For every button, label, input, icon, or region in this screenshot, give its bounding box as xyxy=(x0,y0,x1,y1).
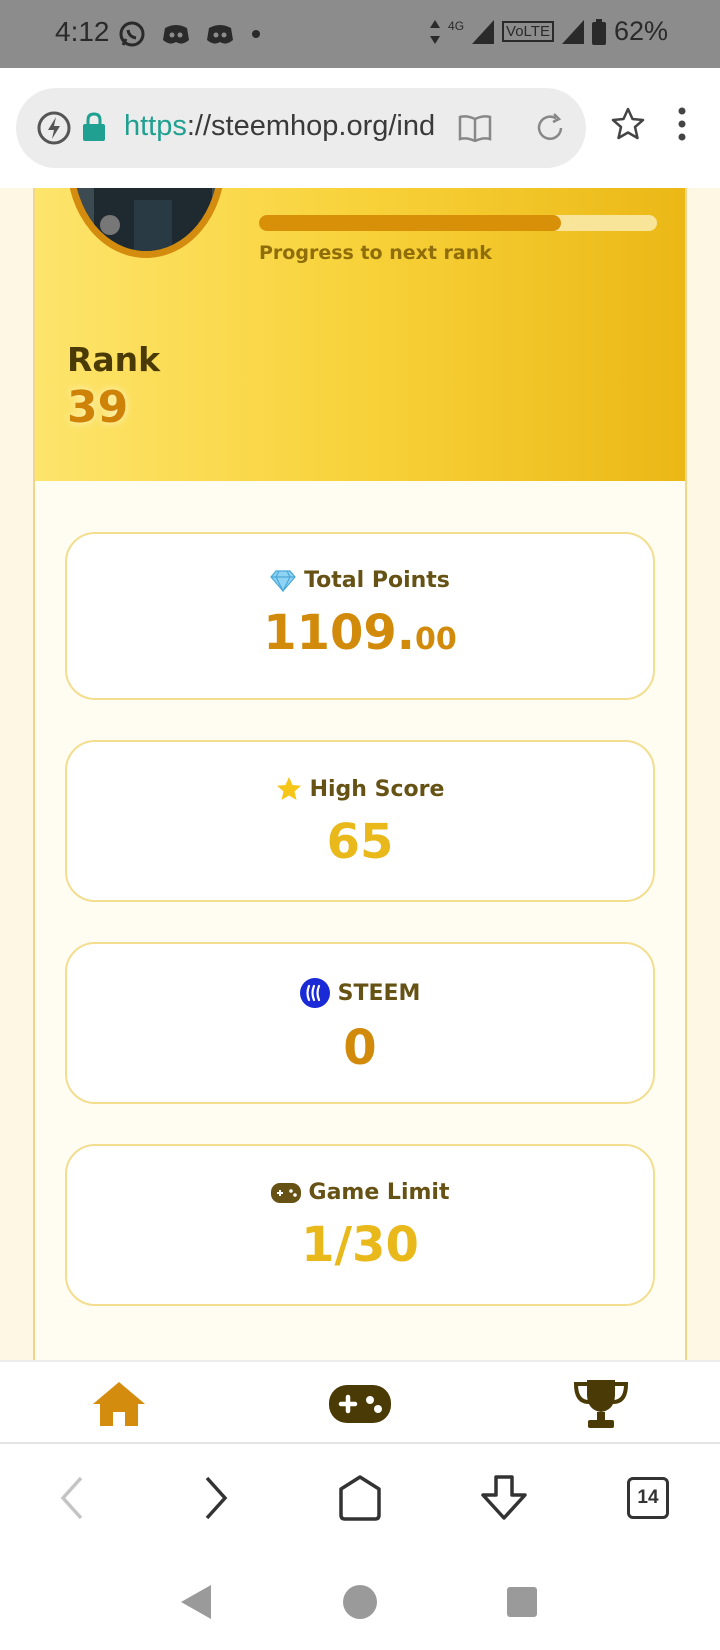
stat-card-steem: STEEM 0 xyxy=(65,942,655,1104)
stat-value: 65 xyxy=(326,814,394,870)
back-button[interactable] xyxy=(42,1468,102,1528)
signal-icon xyxy=(561,19,584,44)
gem-icon xyxy=(270,569,296,592)
network-type: 4G xyxy=(448,18,465,33)
nav-home[interactable] xyxy=(84,1376,154,1432)
stat-title: Game Limit xyxy=(308,1180,450,1205)
more-options-icon[interactable] xyxy=(672,106,692,142)
volte-badge: VoLTE xyxy=(502,21,554,42)
downloads-button[interactable] xyxy=(474,1468,534,1528)
trophy-icon xyxy=(573,1380,629,1428)
stat-value: 1109.00 xyxy=(67,605,653,661)
system-home-button[interactable] xyxy=(338,1580,382,1624)
reader-mode-icon[interactable] xyxy=(458,114,492,142)
system-recents-button[interactable] xyxy=(500,1580,544,1624)
stat-title-row: Total Points xyxy=(67,568,653,593)
app-bottom-nav xyxy=(0,1360,720,1444)
battery-icon xyxy=(591,18,606,45)
url-rest: ://steemhop.org/ind xyxy=(186,110,436,142)
stat-card-high-score: High Score 65 xyxy=(65,740,655,902)
profile-hero: Progress to next rank Rank 39 xyxy=(35,188,685,481)
circle-home-icon xyxy=(343,1585,377,1619)
profile-card: Progress to next rank Rank 39 Total Poin… xyxy=(33,188,687,1360)
rank-value: 39 xyxy=(67,382,129,433)
nav-leaderboard[interactable] xyxy=(566,1376,636,1432)
bookmark-star-icon[interactable] xyxy=(610,106,646,142)
steem-icon xyxy=(299,978,330,1008)
lock-icon xyxy=(83,112,105,141)
reload-icon[interactable] xyxy=(534,112,566,144)
browser-toolbar: 14 xyxy=(0,1444,720,1554)
home-icon xyxy=(93,1382,145,1426)
stat-title-row: High Score xyxy=(67,776,653,802)
download-arrow-icon xyxy=(481,1475,527,1520)
signal-icon xyxy=(472,19,495,44)
tabs-button[interactable]: 14 xyxy=(618,1468,678,1528)
tab-count: 14 xyxy=(627,1477,669,1519)
avatar[interactable] xyxy=(67,188,225,258)
chevron-left-icon xyxy=(60,1476,83,1520)
discord-icon xyxy=(207,25,233,44)
whatsapp-icon xyxy=(119,21,145,47)
gamepad-icon xyxy=(270,1182,301,1203)
more-notifications-icon xyxy=(252,30,260,38)
system-nav-bar xyxy=(0,1554,720,1650)
avatar-photo xyxy=(74,188,218,251)
chevron-right-icon xyxy=(205,1476,228,1520)
triangle-back-icon xyxy=(181,1585,211,1619)
stat-value: 0 xyxy=(343,1020,377,1076)
url-field[interactable]: https://steemhop.org/ind xyxy=(16,88,586,168)
notification-icons xyxy=(118,20,262,48)
stat-title: STEEM xyxy=(337,980,421,1006)
page-content: Progress to next rank Rank 39 Total Poin… xyxy=(0,188,720,1360)
rank-label: Rank xyxy=(67,340,161,379)
amp-lightning-icon[interactable] xyxy=(36,110,72,146)
url-scheme: https xyxy=(124,110,187,142)
stat-card-game-limit: Game Limit 1/30 xyxy=(65,1144,655,1306)
rank-progress-fill xyxy=(259,215,562,231)
url-text[interactable]: https://steemhop.org/ind xyxy=(124,110,454,143)
status-bar: 4:12 4G VoLTE 62% xyxy=(0,0,720,68)
nav-games[interactable] xyxy=(325,1376,395,1432)
stat-value-integer: 1109. xyxy=(263,605,416,661)
stat-value: 1/30 xyxy=(301,1217,419,1273)
status-time: 4:12 xyxy=(55,16,110,47)
stat-card-total-points: Total Points 1109.00 xyxy=(65,532,655,700)
square-recents-icon xyxy=(507,1587,537,1617)
home-page-button[interactable] xyxy=(330,1468,390,1528)
progress-label: Progress to next rank xyxy=(259,242,492,264)
status-right: 4G VoLTE 62% xyxy=(430,16,668,47)
data-activity-icon xyxy=(430,19,441,44)
stat-title-row: Game Limit xyxy=(67,1180,653,1205)
forward-button[interactable] xyxy=(186,1468,246,1528)
rank-progress-bar xyxy=(259,215,657,231)
battery-percent: 62% xyxy=(613,16,668,46)
gamepad-icon xyxy=(329,1385,391,1423)
star-icon xyxy=(276,777,301,800)
browser-home-icon xyxy=(339,1475,381,1521)
system-back-button[interactable] xyxy=(174,1580,218,1624)
discord-icon xyxy=(163,25,189,44)
stat-title: Total Points xyxy=(304,568,450,593)
stat-title: High Score xyxy=(309,776,445,802)
stat-title-row: STEEM xyxy=(67,978,653,1008)
browser-address-bar: https://steemhop.org/ind xyxy=(0,68,720,188)
stat-value-decimal: 00 xyxy=(415,622,457,657)
